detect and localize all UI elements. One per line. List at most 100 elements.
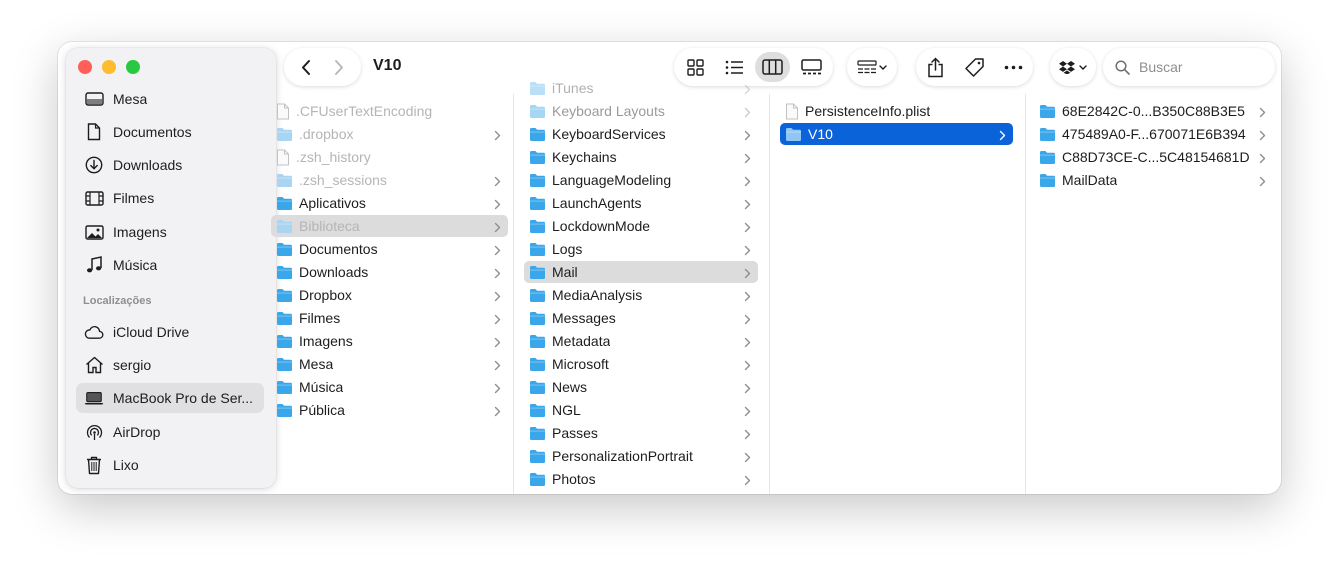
- folder-row[interactable]: LockdownMode: [524, 215, 758, 237]
- sidebar-item-downloads[interactable]: Downloads: [76, 150, 264, 180]
- folder-row[interactable]: Dropbox: [271, 284, 508, 306]
- item-label: NGL: [552, 402, 581, 418]
- folder-row[interactable]: LaunchAgents: [524, 192, 758, 214]
- chevron-left-icon: [302, 59, 311, 75]
- folder-row[interactable]: Pública: [271, 399, 508, 421]
- home-icon: [84, 355, 104, 375]
- sidebar-item-documentos[interactable]: Documentos: [76, 117, 264, 147]
- item-label: C88D73CE-C...5C48154681D: [1062, 149, 1250, 165]
- folder-row[interactable]: LanguageModeling: [524, 169, 758, 191]
- folder-row[interactable]: Photos: [524, 468, 758, 490]
- folder-row[interactable]: Mail: [524, 261, 758, 283]
- folder-row[interactable]: .dropbox: [271, 123, 508, 145]
- item-label: Metadata: [552, 333, 611, 349]
- folder-icon: [529, 81, 546, 95]
- folder-row[interactable]: Aplicativos: [271, 192, 508, 214]
- actions-group: [916, 48, 1033, 86]
- search-input[interactable]: [1139, 59, 1259, 75]
- sidebar-item-sergio[interactable]: sergio: [76, 350, 264, 380]
- share-button[interactable]: [922, 53, 950, 81]
- folder-row[interactable]: Mesa: [271, 353, 508, 375]
- folder-row[interactable]: Música: [271, 376, 508, 398]
- chevron-right-icon: [744, 358, 751, 374]
- folder-row[interactable]: MailData: [1034, 169, 1273, 191]
- sidebar-item-lixo[interactable]: Lixo: [76, 450, 264, 480]
- sidebar-item-airdrop[interactable]: AirDrop: [76, 417, 264, 447]
- file-row[interactable]: .CFUserTextEncoding: [271, 100, 508, 122]
- chevron-right-icon: [494, 404, 501, 420]
- more-button[interactable]: [1000, 53, 1028, 81]
- folder-row[interactable]: Imagens: [271, 330, 508, 352]
- folder-row[interactable]: Passes: [524, 422, 758, 444]
- folder-row[interactable]: NGL: [524, 399, 758, 421]
- sidebar-item-musica[interactable]: Música: [76, 250, 264, 280]
- item-label: Photos: [552, 471, 596, 487]
- forward-button[interactable]: [325, 53, 353, 81]
- folder-row[interactable]: C88D73CE-C...5C48154681D: [1034, 146, 1273, 168]
- folder-row[interactable]: 68E2842C-0...B350C88B3E5: [1034, 100, 1273, 122]
- folder-row[interactable]: iTunes: [524, 77, 758, 99]
- folder-row[interactable]: Keyboard Layouts: [524, 100, 758, 122]
- chevron-right-icon: [494, 128, 501, 144]
- folder-row[interactable]: News: [524, 376, 758, 398]
- folder-row[interactable]: Keychains: [524, 146, 758, 168]
- item-label: Música: [299, 379, 344, 395]
- chevron-right-icon: [744, 404, 751, 420]
- folder-row[interactable]: Messages: [524, 307, 758, 329]
- folder-row[interactable]: V10: [780, 123, 1013, 145]
- column-view-button[interactable]: [755, 52, 791, 82]
- folder-row[interactable]: Filmes: [271, 307, 508, 329]
- sidebar-item-icloud-drive[interactable]: iCloud Drive: [76, 317, 264, 347]
- sidebar-item-imagens[interactable]: Imagens: [76, 217, 264, 247]
- item-label: iTunes: [552, 80, 594, 96]
- folder-row[interactable]: Logs: [524, 238, 758, 260]
- chevron-right-icon: [744, 427, 751, 443]
- folder-icon: [276, 196, 293, 210]
- folder-row[interactable]: Biblioteca: [271, 215, 508, 237]
- folder-row[interactable]: Microsoft: [524, 353, 758, 375]
- chevron-right-icon: [494, 243, 501, 259]
- chevron-right-icon: [744, 174, 751, 190]
- document-icon: [276, 149, 290, 166]
- folder-icon: [276, 173, 293, 187]
- navigation-buttons: [284, 48, 361, 86]
- tag-button[interactable]: [961, 53, 989, 81]
- folder-icon: [276, 380, 293, 394]
- photo-icon: [84, 222, 104, 242]
- chevron-right-icon: [494, 335, 501, 351]
- sidebar-section-locations: Localizações: [83, 295, 152, 307]
- folder-row[interactable]: KeyboardServices: [524, 123, 758, 145]
- folder-row[interactable]: PreferencePanes: [524, 491, 758, 494]
- item-label: Pública: [299, 402, 345, 418]
- back-button[interactable]: [292, 53, 320, 81]
- folder-row[interactable]: MediaAnalysis: [524, 284, 758, 306]
- item-label: LanguageModeling: [552, 172, 672, 188]
- folder-icon: [529, 104, 546, 118]
- folder-icon: [785, 127, 802, 141]
- dropbox-button[interactable]: [1050, 48, 1096, 86]
- sidebar-item-macbook[interactable]: MacBook Pro de Ser...: [76, 383, 264, 413]
- file-row[interactable]: PersistenceInfo.plist: [780, 100, 1013, 122]
- item-label: Aplicativos: [299, 195, 366, 211]
- folder-row[interactable]: .zsh_sessions: [271, 169, 508, 191]
- share-icon: [928, 56, 943, 77]
- trash-icon: [84, 455, 104, 475]
- chevron-right-icon: [744, 381, 751, 397]
- folder-row[interactable]: Metadata: [524, 330, 758, 352]
- group-by-button[interactable]: [847, 48, 897, 86]
- chevron-right-icon: [494, 174, 501, 190]
- column-mail: PersistenceInfo.plist V10: [770, 94, 1026, 494]
- folder-row[interactable]: Documentos: [271, 238, 508, 260]
- gallery-view-button[interactable]: [794, 52, 829, 82]
- file-row[interactable]: .zsh_history: [271, 146, 508, 168]
- folder-row[interactable]: Downloads: [271, 261, 508, 283]
- folder-row[interactable]: PersonalizationPortrait: [524, 445, 758, 467]
- search-field[interactable]: [1103, 48, 1275, 86]
- film-icon: [84, 188, 104, 208]
- folder-icon: [1039, 150, 1056, 164]
- folder-icon: [529, 288, 546, 302]
- sidebar-item-filmes[interactable]: Filmes: [76, 183, 264, 213]
- chevron-right-icon: [744, 289, 751, 305]
- folder-icon: [276, 288, 293, 302]
- folder-row[interactable]: 475489A0-F...670071E6B394: [1034, 123, 1273, 145]
